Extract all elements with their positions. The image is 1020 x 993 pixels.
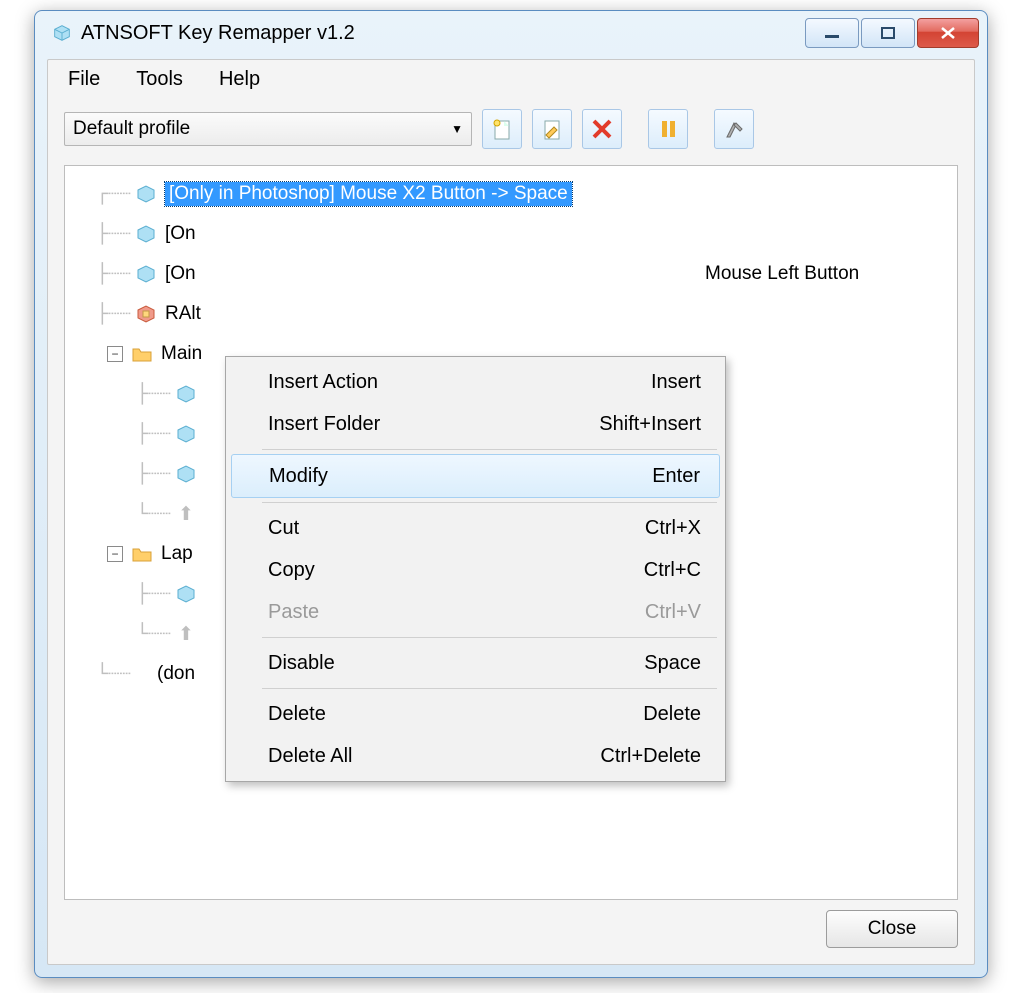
ctx-copy[interactable]: Copy Ctrl+C xyxy=(228,549,723,591)
profile-select[interactable]: Default profile ▼ xyxy=(64,112,472,146)
menu-file[interactable]: File xyxy=(58,66,110,93)
ctx-modify[interactable]: Modify Enter xyxy=(231,454,720,498)
window-frame: ATNSOFT Key Remapper v1.2 File Tools Hel… xyxy=(34,10,988,978)
maximize-button[interactable] xyxy=(861,18,915,48)
tree-item-label: (don xyxy=(157,663,195,685)
menu-help[interactable]: Help xyxy=(209,66,270,93)
separator xyxy=(262,502,717,503)
separator xyxy=(262,688,717,689)
close-dialog-button[interactable]: Close xyxy=(826,910,958,948)
ctx-cut[interactable]: Cut Ctrl+X xyxy=(228,507,723,549)
arrow-up-icon: ⬆ xyxy=(173,621,199,647)
box-icon xyxy=(173,461,199,487)
delete-action-button[interactable] xyxy=(582,109,622,149)
folder-icon xyxy=(129,341,155,367)
ctx-delete-all[interactable]: Delete All Ctrl+Delete xyxy=(228,735,723,777)
profile-select-label: Default profile xyxy=(73,118,190,140)
ctx-insert-folder[interactable]: Insert Folder Shift+Insert xyxy=(228,403,723,445)
lock-icon xyxy=(133,301,159,327)
toolbar: Default profile ▼ xyxy=(48,99,974,155)
close-button[interactable] xyxy=(917,18,979,48)
edit-action-button[interactable] xyxy=(532,109,572,149)
box-icon xyxy=(173,581,199,607)
chevron-down-icon: ▼ xyxy=(451,122,463,136)
box-icon xyxy=(133,261,159,287)
box-icon xyxy=(173,421,199,447)
folder-icon xyxy=(129,541,155,567)
app-icon xyxy=(51,22,73,44)
ctx-insert-action[interactable]: Insert Action Insert xyxy=(228,361,723,403)
settings-button[interactable] xyxy=(714,109,754,149)
new-action-button[interactable] xyxy=(482,109,522,149)
separator xyxy=(262,637,717,638)
box-icon xyxy=(133,221,159,247)
arrow-up-icon: ⬆ xyxy=(173,501,199,527)
tree-item-label: Lap xyxy=(161,543,193,565)
box-icon xyxy=(133,181,159,207)
collapse-icon[interactable]: − xyxy=(107,546,123,562)
menu-tools[interactable]: Tools xyxy=(126,66,193,93)
ctx-delete[interactable]: Delete Delete xyxy=(228,693,723,735)
tree-item-label: Main xyxy=(161,343,202,365)
minimize-button[interactable] xyxy=(805,18,859,48)
context-menu: Insert Action Insert Insert Folder Shift… xyxy=(225,356,726,782)
window-title: ATNSOFT Key Remapper v1.2 xyxy=(81,22,805,45)
pause-button[interactable] xyxy=(648,109,688,149)
separator xyxy=(262,449,717,450)
collapse-icon[interactable]: − xyxy=(107,346,123,362)
menubar: File Tools Help xyxy=(48,60,974,99)
tree-item-label-tail: Mouse Left Button xyxy=(705,263,859,285)
tree-item-label: [On xyxy=(165,223,196,245)
tree-item[interactable]: ├┈┈ [On Mouse Left Button xyxy=(75,254,947,294)
footer: Close xyxy=(48,900,974,964)
client-area: File Tools Help Default profile ▼ xyxy=(47,59,975,965)
tree-item-label: RAlt xyxy=(165,303,201,325)
tree-item[interactable]: ┌┈┈ [Only in Photoshop] Mouse X2 Button … xyxy=(75,174,947,214)
box-icon xyxy=(173,381,199,407)
ctx-paste: Paste Ctrl+V xyxy=(228,591,723,633)
tree-item-label: [On xyxy=(165,263,196,285)
tree-item-label: [Only in Photoshop] Mouse X2 Button -> S… xyxy=(165,182,572,206)
titlebar[interactable]: ATNSOFT Key Remapper v1.2 xyxy=(35,11,987,55)
tree-item[interactable]: ├┈┈ RAlt xyxy=(75,294,947,334)
ctx-disable[interactable]: Disable Space xyxy=(228,642,723,684)
tree-panel: ┌┈┈ [Only in Photoshop] Mouse X2 Button … xyxy=(64,165,958,900)
tree-item[interactable]: ├┈┈ [On xyxy=(75,214,947,254)
